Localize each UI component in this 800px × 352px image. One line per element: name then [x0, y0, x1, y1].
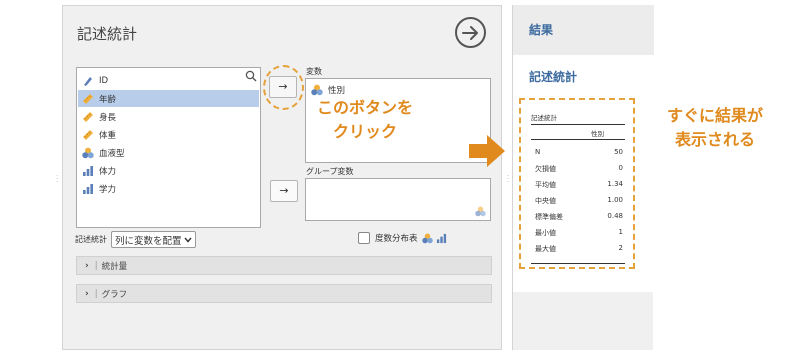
annotation-arrow-icon: [469, 135, 505, 167]
layout-mode-label: 記述統計: [75, 235, 107, 244]
table-row: 欠損値 0: [535, 164, 627, 178]
row-value: 0: [618, 164, 623, 172]
variable-row-stamina[interactable]: 体力: [78, 162, 259, 179]
variable-label: 体重: [99, 130, 117, 141]
annotation-line: 表示される: [674, 130, 755, 149]
row-value: 1: [618, 228, 623, 236]
row-label: 欠損値: [535, 165, 556, 173]
table-row: N 50: [535, 148, 627, 162]
result-annotation: すぐに結果が 表示される: [655, 104, 775, 152]
layout-mode-row: 記述統計 列に変数を配置: [75, 231, 196, 248]
variable-label: 年齢: [99, 94, 117, 105]
annotation-line: このボタンを: [316, 98, 413, 117]
button-annotation: このボタンを クリック: [305, 96, 425, 144]
table-row: 最大値 2: [535, 244, 627, 258]
ordinal-bars-icon: [436, 233, 446, 243]
table-rule: [531, 263, 625, 264]
variable-label: 性別: [328, 85, 346, 96]
table-row: 標準偏差 0.48: [535, 212, 627, 226]
layout-mode-select[interactable]: 列に変数を配置: [111, 231, 196, 248]
row-value: 0.48: [607, 212, 623, 220]
group-target-box[interactable]: [305, 178, 491, 221]
variable-row-id[interactable]: ID: [78, 72, 259, 89]
ordinal-bars-icon: [83, 165, 93, 176]
row-label: 最大値: [535, 245, 556, 253]
table-caption: 記述統計: [531, 114, 557, 122]
results-table-highlight: 記述統計 性別 N 50 欠損値 0 平均値 1.34 中央値 1.00 標準偏…: [519, 98, 635, 269]
section-statistics[interactable]: › | 統計量: [76, 256, 492, 275]
nominal-circles-icon: [82, 147, 94, 158]
nominal-text-icon: [84, 76, 92, 86]
frequency-table-option: 度数分布表: [358, 232, 447, 244]
analysis-title: 記述統計: [77, 25, 138, 43]
section-divider: |: [94, 288, 98, 299]
middle-splitter-handle[interactable]: · · ·: [507, 173, 509, 186]
layout-mode-value: 列に変数を配置: [115, 235, 182, 247]
analysis-panel: 記述統計 ID 年齢 身長 体重 血液型 体力 学力 → → 変数 性別 グルー…: [62, 5, 502, 350]
continuous-ruler-icon: [83, 129, 93, 140]
row-label: 平均値: [535, 181, 556, 189]
variable-list[interactable]: ID 年齢 身長 体重 血液型 体力 学力: [76, 67, 261, 228]
nominal-circles-icon: [421, 233, 433, 243]
row-label: 最小値: [535, 229, 556, 237]
chevron-down-icon: [183, 237, 192, 243]
results-header: 結果: [513, 5, 654, 55]
results-title: 結果: [529, 23, 554, 37]
annotation-line: クリック: [332, 122, 397, 141]
frequency-table-label: 度数分布表: [375, 234, 418, 244]
table-rule: [531, 124, 625, 125]
table-row: 中央値 1.00: [535, 196, 627, 210]
move-to-variables-button[interactable]: →: [269, 76, 297, 98]
table-column-header: 性別: [591, 130, 604, 138]
row-label: N: [535, 148, 541, 156]
continuous-ruler-icon: [83, 93, 93, 104]
run-analysis-arrow-button[interactable]: [455, 17, 486, 48]
section-divider: |: [94, 260, 98, 271]
group-target-label: グループ変数: [306, 167, 354, 176]
variable-row-academic[interactable]: 学力: [78, 180, 259, 197]
variable-label: ID: [99, 75, 109, 86]
section-label: 統計量: [101, 261, 128, 272]
nominal-circles-icon: [475, 206, 486, 217]
frequency-table-checkbox[interactable]: [358, 232, 370, 244]
chevron-right-icon: ›: [85, 288, 89, 299]
row-label: 標準偏差: [535, 213, 563, 221]
row-value: 1.00: [607, 196, 623, 204]
ordinal-bars-icon: [83, 183, 93, 194]
section-graphs[interactable]: › | グラフ: [76, 284, 492, 303]
variable-label: 学力: [99, 184, 117, 195]
move-to-group-button[interactable]: →: [270, 180, 298, 202]
row-label: 中央値: [535, 197, 556, 205]
row-value: 50: [614, 148, 623, 156]
table-row: 平均値 1.34: [535, 180, 627, 194]
chevron-right-icon: ›: [85, 260, 89, 271]
left-splitter-handle[interactable]: · · ·: [56, 173, 58, 186]
variable-row-age[interactable]: 年齢: [78, 90, 259, 107]
continuous-ruler-icon: [83, 111, 93, 122]
table-rule: [531, 139, 625, 140]
section-label: グラフ: [101, 289, 128, 300]
variables-target-label: 変数: [306, 67, 322, 76]
nominal-circles-icon: [311, 84, 323, 95]
move-button-highlight: →: [263, 65, 304, 110]
arrow-right-icon: [461, 25, 478, 40]
table-row: 最小値 1: [535, 228, 627, 242]
variable-label: 血液型: [99, 148, 125, 159]
results-subtitle: 記述統計: [529, 70, 578, 84]
annotation-line: すぐに結果が: [666, 106, 763, 125]
variable-row-height[interactable]: 身長: [78, 108, 259, 125]
variable-row-weight[interactable]: 体重: [78, 126, 259, 143]
row-value: 2: [618, 244, 623, 252]
variable-label: 身長: [99, 112, 117, 123]
row-value: 1.34: [607, 180, 623, 188]
variable-label: 体力: [99, 166, 117, 177]
variable-row-blood-type[interactable]: 血液型: [78, 144, 259, 161]
